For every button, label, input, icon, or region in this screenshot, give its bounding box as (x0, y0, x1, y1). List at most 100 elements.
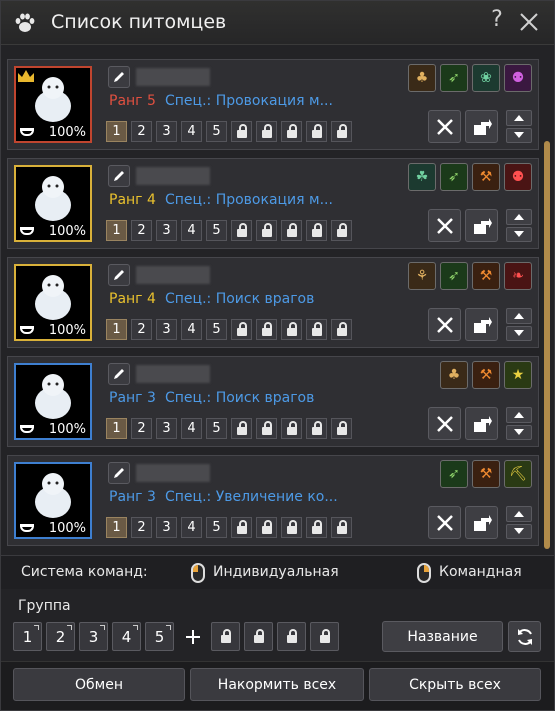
exchange-pet-button[interactable] (465, 506, 498, 539)
feather-icon[interactable]: ❀ (472, 64, 500, 92)
move-down-button[interactable] (506, 226, 532, 242)
crossed-tools-icon (436, 316, 453, 333)
pet-card[interactable]: 100% Ранг 5 Спец.: Провокация м... 1 2 3 4 5 ♣ ➶… (7, 59, 539, 150)
move-up-button[interactable] (506, 407, 532, 423)
slot-1[interactable]: 1 (106, 517, 127, 538)
move-down-button[interactable] (506, 127, 532, 143)
feed-all-button[interactable]: Накормить всех (190, 668, 364, 701)
slot-4[interactable]: 4 (181, 517, 202, 538)
group-slot-5[interactable]: 5 (145, 622, 174, 651)
exchange-button[interactable]: Обмен (13, 668, 185, 701)
pet-portrait[interactable]: 100% (14, 363, 92, 440)
reorder-controls (506, 110, 532, 143)
close-icon[interactable] (516, 9, 542, 35)
pet-portrait[interactable]: 100% (14, 264, 92, 341)
slot-3[interactable]: 3 (156, 319, 177, 340)
pet-card[interactable]: 100% Ранг 3 Спец.: Увеличение ко... 1 2 3 4 5 ➶… (7, 455, 539, 546)
pickaxe-icon[interactable]: ⛏ (504, 460, 532, 488)
release-button[interactable] (428, 407, 461, 440)
scorpion-icon[interactable]: ♣ (440, 361, 468, 389)
slot-1[interactable]: 1 (106, 418, 127, 439)
slot-5[interactable]: 5 (206, 517, 227, 538)
pet-card[interactable]: 100% Ранг 4 Спец.: Провокация м... 1 2 3 4 5 ☘ ➶… (7, 158, 539, 249)
exchange-pet-button[interactable] (465, 407, 498, 440)
pet-portrait[interactable]: 100% (14, 66, 92, 143)
pet-card[interactable]: 100% Ранг 4 Спец.: Поиск врагов 1 2 3 4 5 ⚘ ➶ ⚒ ❧ (7, 257, 539, 348)
group-slot-2[interactable]: 2 (46, 622, 75, 651)
hunt-icon[interactable]: ➶ (440, 460, 468, 488)
rename-button[interactable] (108, 363, 130, 385)
move-up-button[interactable] (506, 308, 532, 324)
slot-1[interactable]: 1 (106, 319, 127, 340)
axe-icon[interactable]: ⚒ (472, 361, 500, 389)
add-group-button[interactable] (178, 622, 207, 651)
release-button[interactable] (428, 506, 461, 539)
horn-icon[interactable]: ❧ (504, 262, 532, 290)
loyalty-value: 100% (48, 323, 86, 338)
slot-4[interactable]: 4 (181, 121, 202, 142)
slot-2[interactable]: 2 (131, 220, 152, 241)
refresh-button[interactable] (508, 621, 541, 652)
slot-2[interactable]: 2 (131, 418, 152, 439)
slot-3[interactable]: 3 (156, 220, 177, 241)
release-button[interactable] (428, 209, 461, 242)
pet-card[interactable]: 100% Ранг 3 Спец.: Поиск врагов 1 2 3 4 5 ♣ ⚒ ★ (7, 356, 539, 447)
group-icon[interactable]: ⚉ (504, 163, 532, 191)
slot-3[interactable]: 3 (156, 517, 177, 538)
help-button[interactable]: ? (486, 7, 508, 32)
rename-button[interactable] (108, 264, 130, 286)
command-team-option[interactable]: Командная (439, 564, 522, 580)
rename-button[interactable] (108, 462, 130, 484)
exchange-pet-button[interactable] (465, 308, 498, 341)
pencil-icon (114, 171, 124, 181)
hunt-icon[interactable]: ➶ (440, 163, 468, 191)
release-button[interactable] (428, 308, 461, 341)
rename-button[interactable] (108, 165, 130, 187)
exchange-pet-button[interactable] (465, 110, 498, 143)
slot-4[interactable]: 4 (181, 418, 202, 439)
loyalty-bar: 100% (16, 520, 90, 537)
pet-portrait[interactable]: 100% (14, 462, 92, 539)
exchange-pet-button[interactable] (465, 209, 498, 242)
group-icon[interactable]: ⚉ (504, 64, 532, 92)
command-individual-option[interactable]: Индивидуальная (213, 564, 339, 580)
scorpion-icon[interactable]: ♣ (408, 64, 436, 92)
hunt-icon[interactable]: ➶ (440, 64, 468, 92)
slot-5[interactable]: 5 (206, 121, 227, 142)
slot-3[interactable]: 3 (156, 418, 177, 439)
move-down-button[interactable] (506, 325, 532, 341)
hide-all-button[interactable]: Скрыть всех (369, 668, 541, 701)
axe-icon[interactable]: ⚒ (472, 262, 500, 290)
slot-3[interactable]: 3 (156, 121, 177, 142)
name-button[interactable]: Название (382, 621, 503, 652)
slot-2[interactable]: 2 (131, 319, 152, 340)
hunt-icon[interactable]: ➶ (440, 262, 468, 290)
slot-number: 3 (162, 124, 171, 139)
move-up-button[interactable] (506, 209, 532, 225)
slot-2[interactable]: 2 (131, 517, 152, 538)
slot-4[interactable]: 4 (181, 220, 202, 241)
group-slot-3[interactable]: 3 (79, 622, 108, 651)
move-down-button[interactable] (506, 523, 532, 539)
clover-icon[interactable]: ☘ (408, 163, 436, 191)
runner-icon[interactable]: ★ (504, 361, 532, 389)
move-up-button[interactable] (506, 506, 532, 522)
rename-button[interactable] (108, 66, 130, 88)
group-slot-1[interactable]: 1 (13, 622, 42, 651)
slot-2[interactable]: 2 (131, 121, 152, 142)
group-slot-4[interactable]: 4 (112, 622, 141, 651)
axe-icon[interactable]: ⚒ (472, 163, 500, 191)
pet-portrait[interactable]: 100% (14, 165, 92, 242)
slot-5[interactable]: 5 (206, 319, 227, 340)
release-button[interactable] (428, 110, 461, 143)
slot-5[interactable]: 5 (206, 418, 227, 439)
slot-5[interactable]: 5 (206, 220, 227, 241)
scrollbar[interactable] (544, 141, 550, 549)
move-down-button[interactable] (506, 424, 532, 440)
wheat-icon[interactable]: ⚘ (408, 262, 436, 290)
slot-4[interactable]: 4 (181, 319, 202, 340)
move-up-button[interactable] (506, 110, 532, 126)
slot-1[interactable]: 1 (106, 220, 127, 241)
slot-1[interactable]: 1 (106, 121, 127, 142)
axe-icon[interactable]: ⚒ (472, 460, 500, 488)
